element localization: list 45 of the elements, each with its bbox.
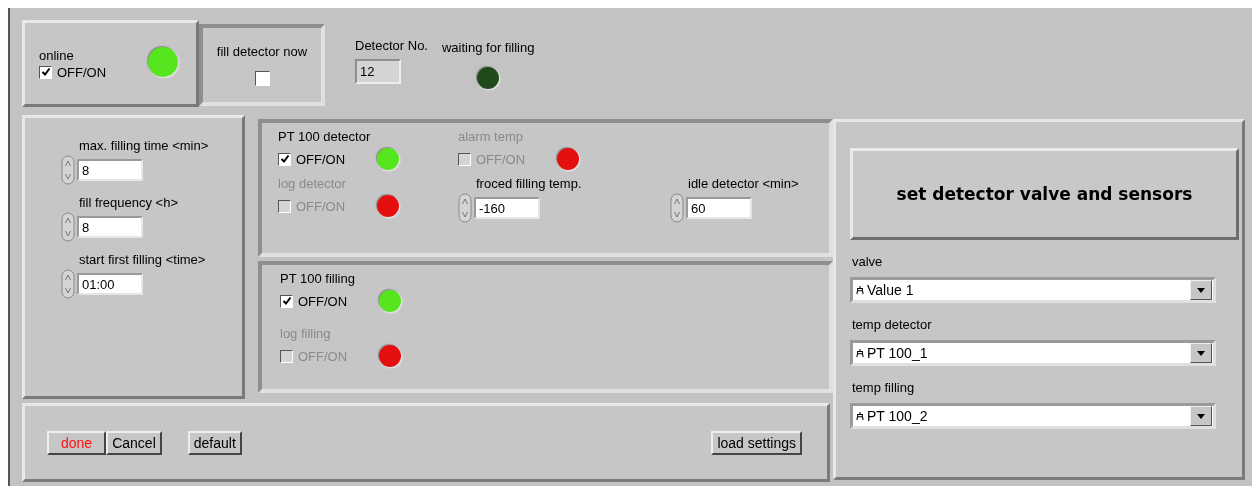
dialog-button[interactable]: load settings [711, 430, 802, 455]
set-sensors-button[interactable]: set detector valve and sensors [850, 148, 1239, 240]
checkmark-icon [279, 154, 290, 164]
dropdown-label: temp detector [852, 317, 933, 332]
number-field[interactable]: 8 [77, 159, 143, 181]
dropdown-label: valve [852, 254, 884, 269]
dropdown[interactable]: Value 1 [850, 277, 1216, 303]
field-label: idle detector <min> [688, 176, 799, 191]
toggle-label: log filling [280, 326, 332, 341]
toggle-label: PT 100 detector [278, 129, 372, 144]
dropdown[interactable]: PT 100_2 [850, 403, 1216, 429]
toggle-label: fill detector now [216, 44, 308, 59]
checkbox[interactable]: OFF/ON [278, 151, 346, 167]
dropdown[interactable]: PT 100_1 [850, 340, 1216, 366]
number-field[interactable]: 8 [77, 216, 143, 238]
field-label: max. filling time <min> [79, 138, 209, 153]
field-label: start first filling <time> [79, 252, 206, 267]
toggle-label: alarm temp [458, 129, 525, 144]
number-display: 12 [355, 59, 401, 84]
spin-button[interactable] [61, 155, 75, 185]
dropdown-label: temp filling [852, 380, 916, 395]
toggle-label: online [39, 47, 75, 63]
spin-button[interactable] [458, 193, 472, 223]
tag-icon [856, 411, 864, 421]
checkbox[interactable]: OFF/ON [280, 293, 348, 309]
toggle-label: log detector [278, 176, 347, 191]
dialog-button[interactable]: default [187, 430, 242, 455]
number-field[interactable]: -160 [474, 197, 540, 219]
number-field[interactable]: 01:00 [77, 273, 143, 295]
checkmark-icon [281, 296, 292, 306]
dialog-button[interactable]: Cancel [106, 430, 162, 455]
checkbox[interactable] [254, 71, 270, 86]
indicator-label: waiting for filling [442, 40, 535, 55]
spin-button[interactable] [61, 269, 75, 299]
checkbox[interactable]: OFF/ON [39, 64, 107, 80]
number-field[interactable]: 60 [686, 197, 752, 219]
spin-button[interactable] [61, 212, 75, 242]
checkmark-icon [40, 67, 51, 77]
field-label: Detector No. [355, 38, 428, 53]
tag-icon [856, 285, 864, 295]
tag-icon [856, 348, 864, 358]
toggle-label: PT 100 filling [280, 271, 356, 286]
spin-button[interactable] [670, 193, 684, 223]
field-label: fill frequency <h> [79, 195, 178, 210]
field-label: froced filling temp. [476, 176, 582, 191]
